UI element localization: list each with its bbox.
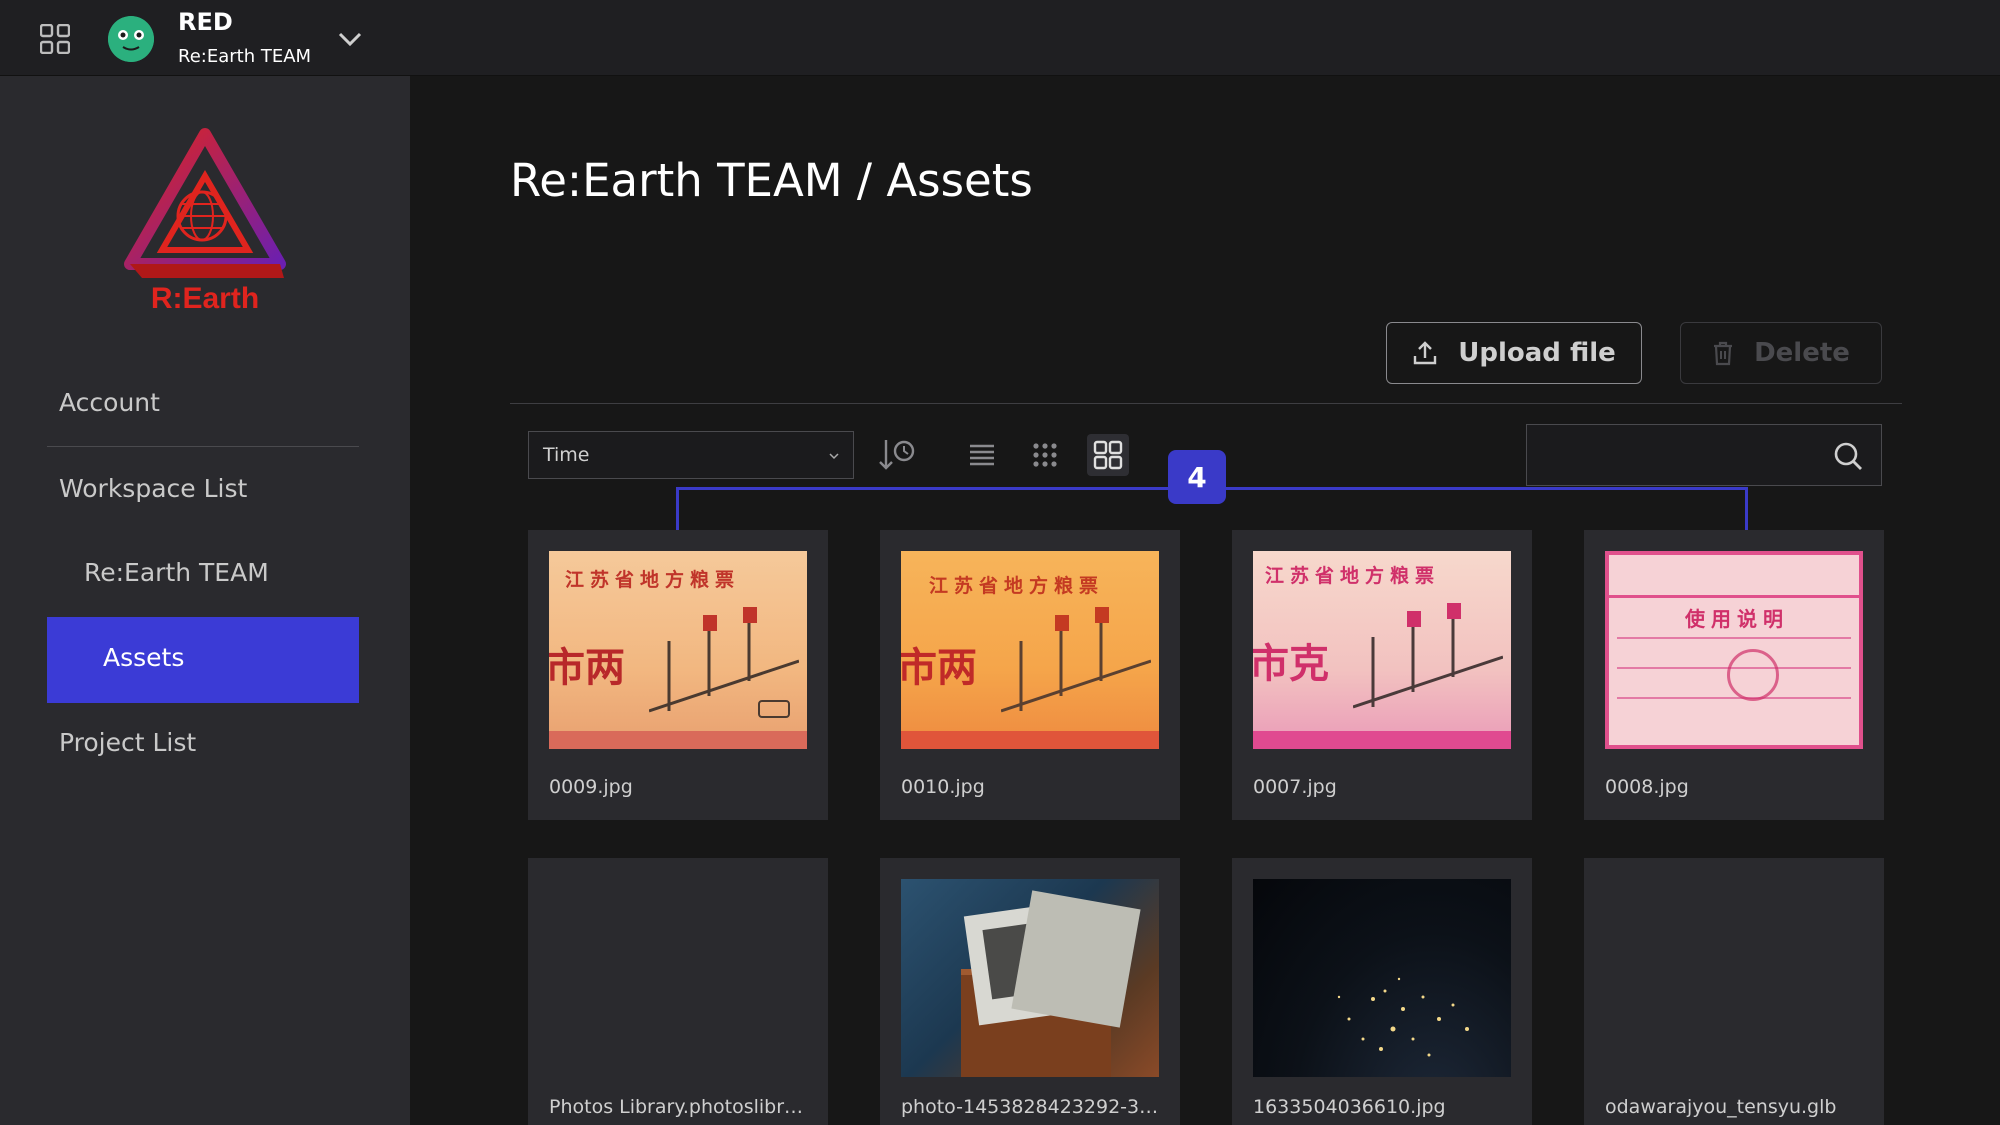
current-team-name: Re:Earth TEAM xyxy=(178,46,312,67)
stamp-title: 江苏省地方粮票 xyxy=(929,575,1105,597)
asset-filename: Photos Library.photoslibrary xyxy=(549,1096,811,1118)
sidebar-item-workspace-list[interactable]: Workspace List xyxy=(59,474,247,503)
earth-night-lights xyxy=(1337,977,1469,1057)
asset-filename: 0007.jpg xyxy=(1253,776,1337,798)
reearth-logo: R:Earth xyxy=(124,128,286,315)
sort-select-value: Time xyxy=(543,444,590,466)
upload-file-button[interactable]: Upload file xyxy=(1386,322,1642,384)
asset-filename: 1633504036610.jpg xyxy=(1253,1096,1446,1118)
top-header: RED Re:Earth TEAM xyxy=(0,0,2000,76)
upload-file-label: Upload file xyxy=(1458,338,1616,368)
bridge-illustration xyxy=(1353,603,1503,709)
asset-card[interactable]: 江苏省地方粮票 市两 0010.jpg xyxy=(880,530,1180,820)
asset-card[interactable]: 江苏省地方粮票 市两 0009.jpg xyxy=(528,530,828,820)
search-input[interactable] xyxy=(1537,435,1827,475)
asset-card[interactable]: 使用说明 0008.jpg xyxy=(1584,530,1884,820)
main-divider xyxy=(510,403,1902,404)
page-title: Re:Earth TEAM / Assets xyxy=(510,154,1033,207)
stamp-denomination: 市两 xyxy=(549,644,625,691)
chevron-down-icon xyxy=(829,453,839,460)
bridge-illustration xyxy=(649,607,799,718)
chevron-down-icon[interactable] xyxy=(336,28,364,50)
sidebar-item-workspace[interactable]: Re:Earth TEAM xyxy=(84,558,269,587)
asset-card[interactable]: 1633504036610.jpg xyxy=(1232,858,1532,1125)
user-avatar[interactable] xyxy=(108,16,154,62)
upload-icon xyxy=(1414,341,1437,365)
user-name: RED xyxy=(178,8,233,36)
delete-button[interactable]: Delete xyxy=(1680,322,1882,384)
asset-filename: 0009.jpg xyxy=(549,776,633,798)
asset-thumbnail xyxy=(1253,879,1511,1077)
stamp-title: 江苏省地方粮票 xyxy=(565,569,741,591)
delete-label: Delete xyxy=(1754,338,1850,368)
asset-filename: 0008.jpg xyxy=(1605,776,1689,798)
sidebar-divider xyxy=(47,446,359,447)
asset-filename: 0010.jpg xyxy=(901,776,985,798)
logo-text: R:Earth xyxy=(151,282,259,315)
asset-thumbnail: 江苏省地方粮票 市克 xyxy=(1253,551,1511,749)
stamp-title: 使用说明 xyxy=(1685,607,1789,631)
asset-thumbnail: 使用说明 xyxy=(1605,551,1863,749)
sort-order-icon[interactable] xyxy=(875,434,917,476)
asset-card[interactable]: Photos Library.photoslibrary xyxy=(528,858,828,1125)
search-box xyxy=(1526,424,1882,486)
search-icon[interactable] xyxy=(1833,441,1863,471)
sidebar-item-account[interactable]: Account xyxy=(59,388,160,417)
sidebar-item-project-list[interactable]: Project List xyxy=(59,728,196,757)
large-grid-view-icon[interactable] xyxy=(1087,434,1129,476)
asset-card[interactable]: 江苏省地方粮票 市克 0007.jpg xyxy=(1232,530,1532,820)
stamp-denomination: 市克 xyxy=(1253,640,1329,687)
annotation-badge: 4 xyxy=(1168,450,1226,504)
sidebar: R:Earth Account Workspace List Re:Earth … xyxy=(0,76,410,1125)
apps-grid-icon[interactable] xyxy=(40,24,70,54)
small-grid-view-icon[interactable] xyxy=(1024,434,1066,476)
list-view-icon[interactable] xyxy=(961,434,1003,476)
sidebar-item-assets[interactable]: Assets xyxy=(47,617,359,703)
asset-thumbnail: 江苏省地方粮票 市两 xyxy=(901,551,1159,749)
bridge-illustration xyxy=(1001,607,1151,713)
asset-card[interactable]: odawarajyou_tensyu.glb xyxy=(1584,858,1884,1125)
asset-card[interactable]: photo-1453828423292-392a... xyxy=(880,858,1180,1125)
sidebar-item-assets-label: Assets xyxy=(103,643,185,672)
asset-thumbnail: 江苏省地方粮票 市两 xyxy=(549,551,807,749)
asset-filename: photo-1453828423292-392a... xyxy=(901,1096,1163,1118)
stamp-title: 江苏省地方粮票 xyxy=(1265,565,1441,587)
asset-thumbnail xyxy=(901,879,1159,1077)
asset-filename: odawarajyou_tensyu.glb xyxy=(1605,1096,1837,1118)
stamp-denomination: 市两 xyxy=(901,644,977,691)
trash-icon xyxy=(1714,341,1733,366)
sort-select[interactable]: Time xyxy=(528,431,854,479)
